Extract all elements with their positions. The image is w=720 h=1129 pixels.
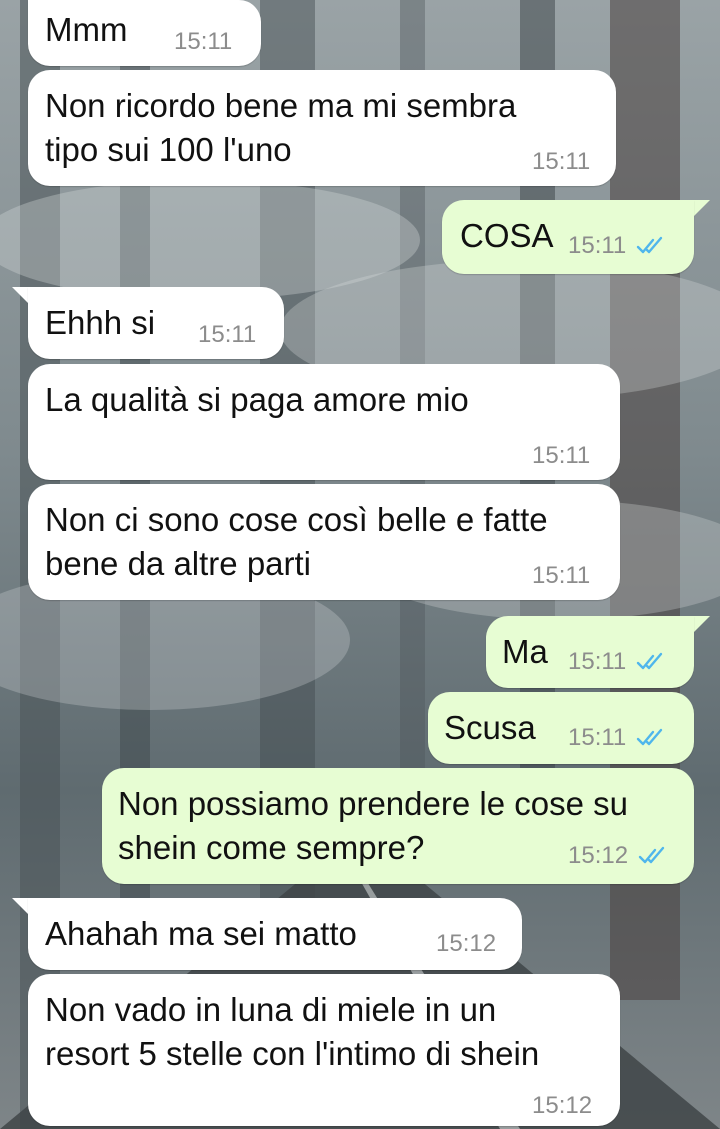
message-text: COSA — [460, 217, 554, 254]
message-time: 15:12 — [436, 930, 497, 957]
message-text: Ehhh si — [45, 304, 156, 341]
message-text: Mmm — [45, 11, 128, 48]
outgoing-message[interactable]: COSA 15:11 — [442, 200, 694, 274]
incoming-message[interactable]: Non ricordo bene ma mi sembra tipo sui 1… — [28, 70, 616, 186]
incoming-message[interactable]: Ahahah ma sei matto 15:12 — [28, 898, 522, 970]
incoming-message[interactable]: La qualità si paga amore mio 15:11 — [28, 364, 620, 480]
message-time: 15:11 — [532, 442, 591, 469]
message-time: 15:11 — [532, 562, 591, 589]
outgoing-message[interactable]: Ma 15:11 — [486, 616, 694, 688]
outgoing-message[interactable]: Non possiamo prendere le cose su shein c… — [102, 768, 694, 884]
message-text: Non ci sono cose così belle e fatte bene… — [45, 501, 548, 582]
incoming-message[interactable]: Non ci sono cose così belle e fatte bene… — [28, 484, 620, 600]
bubble-tail — [692, 616, 710, 634]
message-time: 15:12 — [568, 842, 629, 869]
message-time: 15:11 — [198, 321, 257, 348]
message-text: Scusa — [444, 709, 536, 746]
message-text: Ma — [502, 633, 548, 670]
incoming-message[interactable]: Mmm 15:11 — [28, 0, 261, 66]
double-check-icon — [637, 236, 663, 254]
message-time: 15:11 — [174, 28, 233, 55]
message-text: Non vado in luna di miele in un resort 5… — [45, 991, 540, 1072]
message-text: La qualità si paga amore mio — [45, 381, 469, 418]
message-text: Non ricordo bene ma mi sembra tipo sui 1… — [45, 87, 517, 168]
message-time: 15:11 — [532, 148, 591, 175]
outgoing-message[interactable]: Scusa 15:11 — [428, 692, 694, 764]
message-meta: 15:11 — [568, 232, 666, 260]
incoming-message[interactable]: Non vado in luna di miele in un resort 5… — [28, 974, 620, 1126]
message-time: 15:11 — [568, 648, 627, 675]
message-meta: 15:11 — [568, 724, 666, 752]
message-time: 15:11 — [568, 724, 627, 751]
message-text: Non possiamo prendere le cose su shein c… — [118, 785, 628, 866]
message-meta: 15:12 — [568, 842, 668, 870]
message-meta: 15:11 — [568, 648, 666, 676]
message-time: 15:11 — [568, 232, 627, 259]
bubble-tail — [692, 200, 710, 218]
chat-message-list[interactable]: Mmm 15:11 Non ricordo bene ma mi sembra … — [0, 0, 720, 1129]
double-check-icon — [637, 728, 663, 746]
double-check-icon — [637, 652, 663, 670]
double-check-icon — [638, 846, 665, 864]
message-time: 15:12 — [532, 1092, 593, 1119]
message-text: Ahahah ma sei matto — [45, 915, 357, 952]
incoming-message[interactable]: Ehhh si 15:11 — [28, 287, 284, 359]
